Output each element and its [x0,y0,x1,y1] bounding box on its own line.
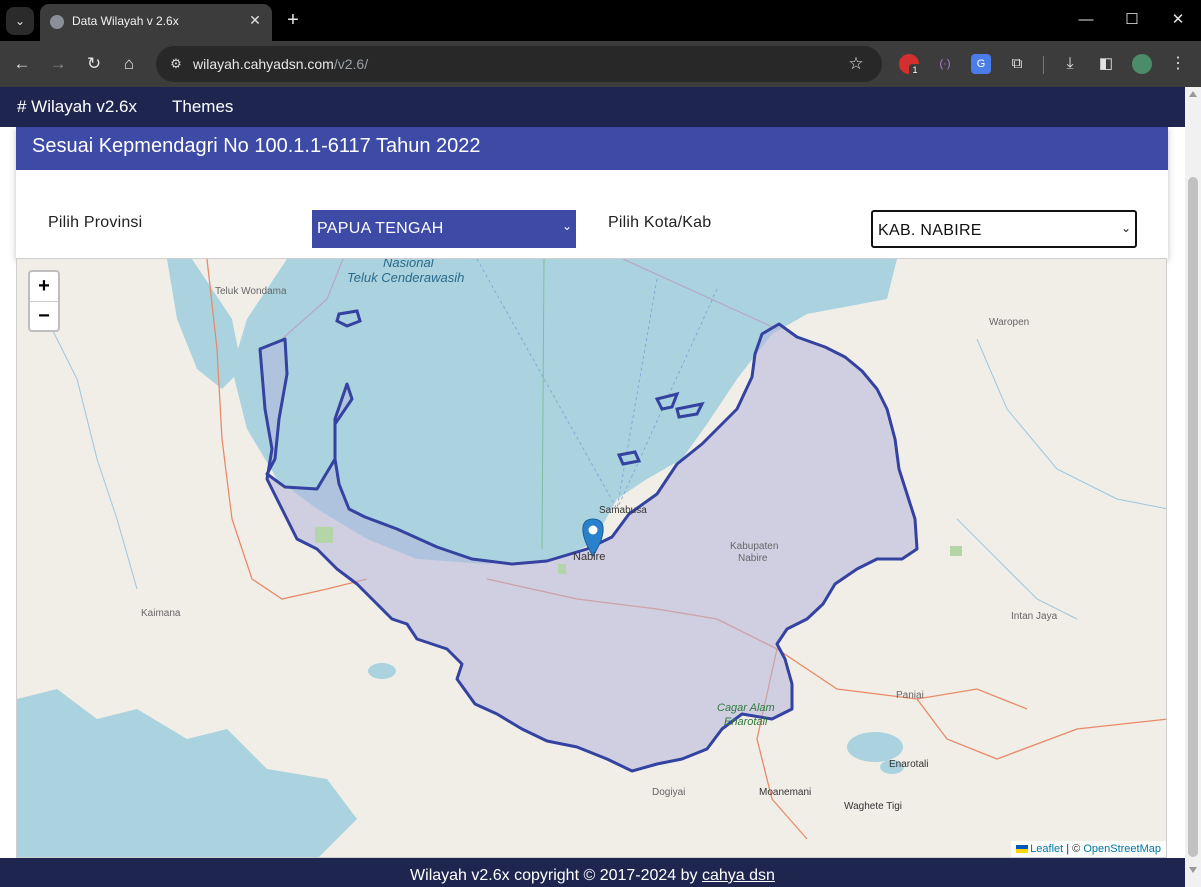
back-button[interactable]: ← [10,52,34,76]
extensions-puzzle-icon[interactable]: ⧉ [1007,54,1027,74]
page-viewport: # Wilayah v2.6x Themes Sesuai Kepmendagr… [0,87,1185,887]
map-label-intan-jaya: Intan Jaya [1011,611,1058,622]
map-label-enarotali: Enarotali [889,759,929,770]
map-label-enarotali-park: Enarotali [724,716,768,728]
brand-link[interactable]: # Wilayah v2.6x [17,97,137,117]
chevron-down-icon: ⌄ [1120,221,1131,235]
kab-selected-value: KAB. NABIRE [878,222,982,239]
chevron-down-icon: ⌄ [561,219,572,233]
small-lake [368,663,396,679]
provinsi-selected-value: PAPUA TENGAH [317,220,444,237]
scroll-up-icon[interactable] [1189,91,1197,97]
minimize-button[interactable]: — [1066,8,1106,32]
extension-red-icon[interactable]: 1 [899,54,921,76]
zoom-control: + − [28,270,60,332]
profile-avatar[interactable] [1132,54,1152,74]
forest-patch-3 [558,564,566,574]
map-label-nabire: Nabire [573,551,606,563]
map-attribution: Leaflet | © OpenStreetMap [1011,841,1166,857]
zoom-out-button[interactable]: − [30,302,58,331]
map-label-nasional: Nasional [383,258,434,270]
map-label-teluk-wondama: Teluk Wondama [215,286,287,297]
home-button[interactable]: ⌂ [117,52,141,76]
footer-text: Wilayah v2.6x copyright © 2017-2024 by c… [0,867,1185,885]
browser-toolbar: ← → ↻ ⌂ ⚙ wilayah.cahyadsn.com/v2.6/ ☆ 1… [0,41,1201,87]
maximize-button[interactable]: ☐ [1112,8,1152,32]
zoom-in-button[interactable]: + [30,272,58,302]
site-navbar: # Wilayah v2.6x Themes [0,87,1185,127]
map-label-moanemani: Moanemani [759,787,812,798]
url-host: wilayah.cahyadsn.com [193,56,334,72]
extension-badge: 1 [909,64,921,76]
close-window-button[interactable]: ✕ [1158,8,1198,32]
map-label-dogiyai: Dogiyai [652,787,686,798]
site-footer: Wilayah v2.6x copyright © 2017-2024 by c… [0,858,1185,887]
footer-copyright: Wilayah v2.6x copyright © 2017-2024 by [410,867,702,884]
scroll-down-icon[interactable] [1189,867,1197,873]
browser-menu-icon[interactable]: ⋮ [1168,54,1188,74]
card-header: Sesuai Kepmendagri No 100.1.1-6117 Tahun… [16,127,1168,170]
lake-paniai [847,732,903,762]
reload-button[interactable]: ↻ [82,52,106,76]
tab-close-icon[interactable]: ✕ [246,12,264,29]
themes-menu[interactable]: Themes [172,97,233,117]
provinsi-select[interactable]: PAPUA TENGAH ⌄ [312,210,576,248]
provinsi-label: Pilih Provinsi [48,214,143,231]
map-label-paniai: Paniai [896,690,924,701]
forward-button[interactable]: → [46,52,70,76]
card-title: Sesuai Kepmendagri No 100.1.1-6117 Tahun… [32,135,481,157]
ukraine-flag-icon [1016,845,1029,854]
island-1 [335,309,362,328]
map-label-teluk-cenderawasih: Teluk Cenderawasih [347,270,465,285]
map-label-cagar-alam: Cagar Alam [717,702,775,714]
map-label-waropen: Waropen [989,317,1030,328]
leaflet-link[interactable]: Leaflet [1030,843,1063,855]
address-bar[interactable]: ⚙ wilayah.cahyadsn.com/v2.6/ ☆ [156,46,882,82]
extension-sound-icon[interactable]: (·) [935,54,955,74]
map-label-samabusa: Samabusa [599,505,647,516]
openstreetmap-link[interactable]: OpenStreetMap [1083,843,1161,855]
side-panel-icon[interactable]: ◧ [1096,54,1116,74]
island-3 [616,450,642,466]
scrollbar-thumb[interactable] [1188,177,1198,857]
favicon-icon [50,15,64,29]
map-label-waghete: Waghete Tigi [844,801,902,812]
kab-label: Pilih Kota/Kab [608,214,712,231]
attribution-separator: | © [1066,843,1081,855]
toolbar-divider [1043,56,1044,74]
translate-icon[interactable]: G [971,54,991,74]
author-link[interactable]: cahya dsn [702,867,775,884]
new-tab-button[interactable]: + [282,8,304,32]
url-path: /v2.6/ [333,56,369,72]
bookmark-star-icon[interactable]: ☆ [844,52,868,76]
page-scrollbar[interactable] [1185,87,1201,887]
map-label-kabupaten: Kabupaten [730,541,779,552]
url-text[interactable]: wilayah.cahyadsn.com/v2.6/ [193,56,368,72]
map-view[interactable]: Teluk Wondama Nasional Teluk Cenderawasi… [16,258,1167,858]
tab-search-button[interactable]: ⌄ [6,7,34,35]
tab-title: Data Wilayah v 2.6x [72,14,179,28]
map-label-kaimana: Kaimana [141,608,181,619]
forest-patch-2 [950,546,962,556]
forest-patch-1 [315,527,333,543]
kab-select[interactable]: KAB. NABIRE ⌄ [871,210,1137,248]
browser-tab[interactable]: Data Wilayah v 2.6x ✕ [40,4,272,41]
browser-tabstrip: ⌄ Data Wilayah v 2.6x ✕ + — ☐ ✕ [0,0,1201,41]
map-label-kabupaten-nabire: Nabire [738,553,768,564]
site-info-icon[interactable]: ⚙ [164,52,188,76]
download-icon[interactable]: ⤓ [1060,54,1080,74]
